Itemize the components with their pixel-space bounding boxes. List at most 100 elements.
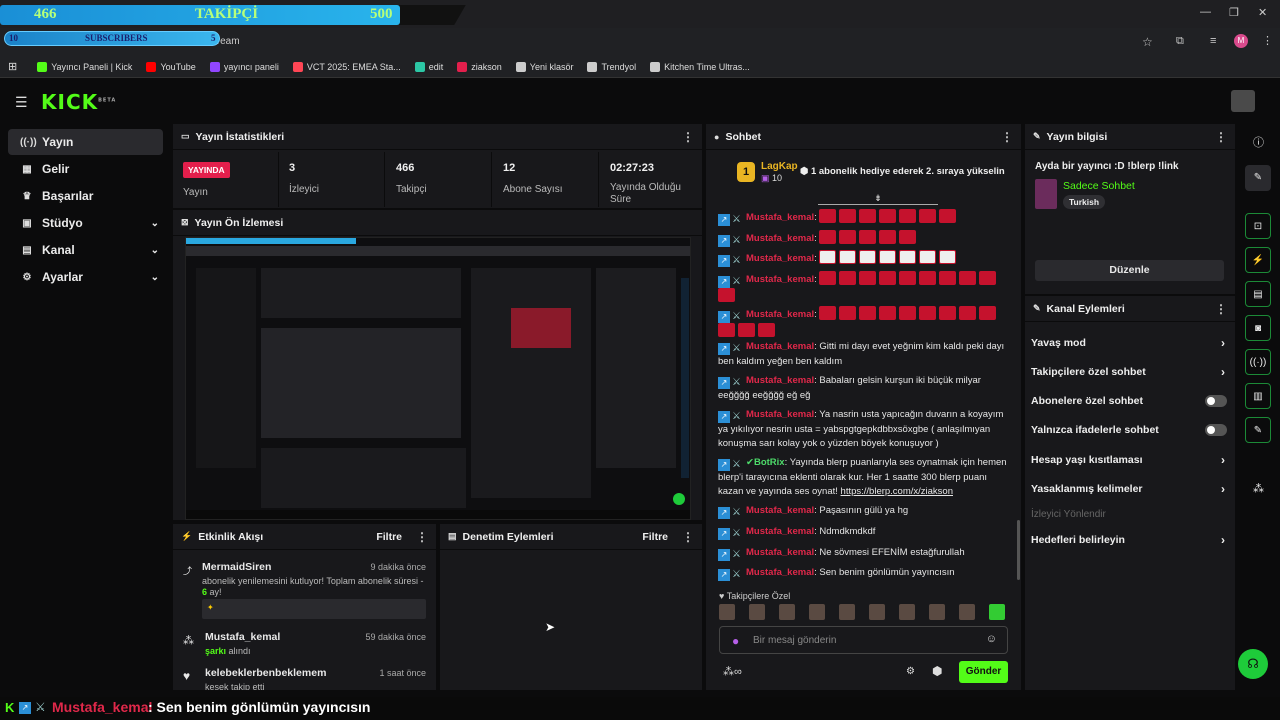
emoji-picker-icon[interactable]: ☺ bbox=[986, 633, 997, 645]
toggle-switch[interactable] bbox=[1205, 424, 1227, 436]
sidebar-item[interactable]: ♛ Başarılar bbox=[8, 183, 163, 209]
channel-action-item[interactable]: Yalnızca ifadelerle sohbet bbox=[1031, 424, 1231, 436]
activity-filter-button[interactable]: Filtre bbox=[376, 531, 402, 543]
chevron-down-icon[interactable]: ⌄ bbox=[151, 272, 159, 283]
apps-grid-icon[interactable]: ⊞ bbox=[8, 60, 17, 73]
storage-icon[interactable]: ▥ bbox=[1245, 383, 1271, 409]
chat-message[interactable]: ↗ ⚔ Mustafa_kemal: Ne sövmesi EFENİM estağ… bbox=[718, 546, 1010, 561]
maximize-icon[interactable]: ❐ bbox=[1229, 6, 1239, 19]
chevron-right-icon[interactable]: › bbox=[1221, 365, 1225, 379]
close-window-icon[interactable]: ✕ bbox=[1258, 6, 1267, 19]
chat-scrollbar[interactable] bbox=[1017, 520, 1020, 580]
stats-more-icon[interactable]: ⋮ bbox=[682, 130, 694, 144]
chat-message[interactable]: ↗ ⚔ ✔BotRix: Yayında blerp puanlarıyla ses… bbox=[718, 456, 1010, 499]
chat-more-icon[interactable]: ⋮ bbox=[1001, 130, 1013, 144]
chevron-right-icon[interactable]: › bbox=[1221, 336, 1225, 350]
chat-link[interactable]: https://blerp.com/x/ziakson bbox=[841, 486, 953, 497]
chat-username[interactable]: BotRix bbox=[754, 457, 785, 468]
chat-message[interactable]: ↗ ⚔ Mustafa_kemal: bbox=[718, 250, 1010, 267]
moderation-filter-button[interactable]: Filtre bbox=[642, 531, 668, 543]
chevron-right-icon[interactable]: › bbox=[1221, 482, 1225, 496]
chat-username[interactable]: Mustafa_kemal bbox=[746, 253, 814, 264]
chevron-down-icon[interactable]: ⌄ bbox=[151, 245, 159, 256]
emote-icon[interactable] bbox=[779, 604, 795, 620]
tools-icon[interactable]: ✎ bbox=[1245, 417, 1271, 443]
sidebar-item[interactable]: ▣ Stüdyo ⌄ bbox=[8, 210, 163, 236]
hamburger-menu-icon[interactable]: ☰ bbox=[15, 94, 28, 111]
bookmark-item[interactable]: Yayıncı Paneli | Kick bbox=[37, 61, 132, 72]
chat-message[interactable]: ↗ ⚔ Mustafa_kemal: Babaları gelsin kurşun … bbox=[718, 374, 1010, 403]
chat-username[interactable]: Mustafa_kemal bbox=[746, 375, 814, 386]
media-control-icon[interactable]: ≡ bbox=[1210, 35, 1216, 47]
channel-action-item[interactable]: Yavaş mod › bbox=[1031, 336, 1231, 350]
send-button[interactable]: Gönder bbox=[959, 661, 1008, 683]
chat-message[interactable]: ↗ ⚔ Mustafa_kemal: bbox=[718, 230, 1010, 247]
channel-action-item[interactable]: Yasaklanmış kelimeler › bbox=[1031, 482, 1231, 496]
chevron-right-icon[interactable]: › bbox=[1221, 453, 1225, 467]
bookmark-item[interactable]: Yeni klasör bbox=[515, 61, 573, 72]
broadcast-icon[interactable]: ((·)) bbox=[1245, 349, 1271, 375]
edit-stream-info-button[interactable]: Düzenle bbox=[1035, 260, 1224, 281]
stream-info-more-icon[interactable]: ⋮ bbox=[1215, 130, 1227, 144]
chat-input[interactable]: ● Bir mesaj gönderin ☺ bbox=[719, 626, 1008, 654]
sidebar-item[interactable]: ((·)) Yayın bbox=[8, 129, 163, 155]
channel-action-item[interactable]: Hedefleri belirleyin › bbox=[1031, 533, 1231, 547]
chat-username[interactable]: Mustafa_kemal bbox=[746, 526, 814, 537]
browser-menu-icon[interactable]: ⋮ bbox=[1262, 34, 1273, 47]
chat-username[interactable]: Mustafa_kemal bbox=[746, 409, 814, 420]
edit-layout-icon[interactable]: ✎ bbox=[1245, 165, 1271, 191]
bookmark-item[interactable]: YouTube bbox=[146, 61, 196, 72]
channel-action-item[interactable]: Hesap yaşı kısıtlaması › bbox=[1031, 453, 1231, 467]
info-icon[interactable]: ⓘ bbox=[1253, 134, 1264, 150]
extensions-icon[interactable]: ⧉ bbox=[1176, 35, 1184, 48]
chat-username[interactable]: Mustafa_kemal bbox=[746, 233, 814, 244]
emote-icon[interactable] bbox=[749, 604, 765, 620]
support-headset-icon[interactable]: ☊ bbox=[1238, 649, 1268, 679]
chat-message[interactable]: ↗ ⚔ Mustafa_kemal: Ndmdkmdkdf bbox=[718, 525, 1010, 540]
clip-icon[interactable]: ⊡ bbox=[1245, 213, 1271, 239]
bookmark-item[interactable]: edit bbox=[414, 61, 443, 72]
bookmark-item[interactable]: Trendyol bbox=[587, 61, 636, 72]
chat-username[interactable]: Mustafa_kemal bbox=[746, 547, 814, 558]
chevron-down-icon[interactable]: ⌄ bbox=[151, 218, 159, 229]
mod-shield-icon[interactable]: ⬢ bbox=[932, 664, 942, 678]
channel-action-item[interactable]: Abonelere özel sohbet bbox=[1031, 395, 1231, 407]
emote-icon[interactable] bbox=[809, 604, 825, 620]
emote-icon[interactable] bbox=[959, 604, 975, 620]
bookmark-item[interactable]: yayıncı paneli bbox=[209, 61, 279, 72]
emote-icon[interactable] bbox=[869, 604, 885, 620]
chat-message[interactable]: ↗ ⚔ Mustafa_kemal: bbox=[718, 209, 1010, 226]
kicks-icon[interactable]: ⁂∞ bbox=[723, 665, 742, 678]
chat-username[interactable]: Mustafa_kemal bbox=[746, 212, 814, 223]
leader-name[interactable]: LagKap bbox=[761, 161, 798, 172]
activity-more-icon[interactable]: ⋮ bbox=[416, 530, 428, 544]
sidebar-item[interactable]: ▤ Kanal ⌄ bbox=[8, 237, 163, 263]
emote-icon[interactable] bbox=[719, 604, 735, 620]
minimize-icon[interactable]: — bbox=[1200, 6, 1211, 18]
bookmark-star-icon[interactable]: ☆ bbox=[1142, 35, 1153, 49]
profile-avatar[interactable]: M bbox=[1234, 34, 1248, 48]
bookmark-item[interactable]: ziakson bbox=[457, 61, 502, 72]
lightning-icon[interactable]: ⚡ bbox=[1245, 247, 1271, 273]
emote-icon[interactable] bbox=[899, 604, 915, 620]
chat-settings-icon[interactable]: ⚙ bbox=[906, 666, 915, 677]
moderation-more-icon[interactable]: ⋮ bbox=[682, 530, 694, 544]
pinned-toggle-icon[interactable]: ⇟ bbox=[818, 193, 938, 205]
kicks-rail-icon[interactable]: ⁂ bbox=[1253, 482, 1264, 495]
notes-icon[interactable]: ▤ bbox=[1245, 281, 1271, 307]
emote-icon[interactable] bbox=[929, 604, 945, 620]
chat-username[interactable]: Mustafa_kemal bbox=[746, 309, 814, 320]
kick-logo[interactable]: KICKBETA bbox=[41, 90, 116, 114]
channel-action-item[interactable]: Takipçilere özel sohbet › bbox=[1031, 365, 1231, 379]
stream-preview-video[interactable] bbox=[185, 237, 691, 520]
chat-message[interactable]: ↗ ⚔ Mustafa_kemal: Ya nasrin usta yapıcağı… bbox=[718, 408, 1010, 451]
sidebar-item[interactable]: ⚙ Ayarlar ⌄ bbox=[8, 264, 163, 290]
chat-message[interactable]: ↗ ⚔ Mustafa_kemal: Gitti mi dayı evet yeğn… bbox=[718, 340, 1010, 369]
chat-username[interactable]: Mustafa_kemal bbox=[746, 341, 814, 352]
chat-username[interactable]: Mustafa_kemal bbox=[746, 505, 814, 516]
chat-message[interactable]: ↗ ⚔ Mustafa_kemal: bbox=[718, 306, 1010, 339]
chevron-right-icon[interactable]: › bbox=[1221, 533, 1225, 547]
emote-icon[interactable] bbox=[989, 604, 1005, 620]
chat-username[interactable]: Mustafa_kemal bbox=[746, 567, 814, 578]
emote-icon[interactable] bbox=[839, 604, 855, 620]
